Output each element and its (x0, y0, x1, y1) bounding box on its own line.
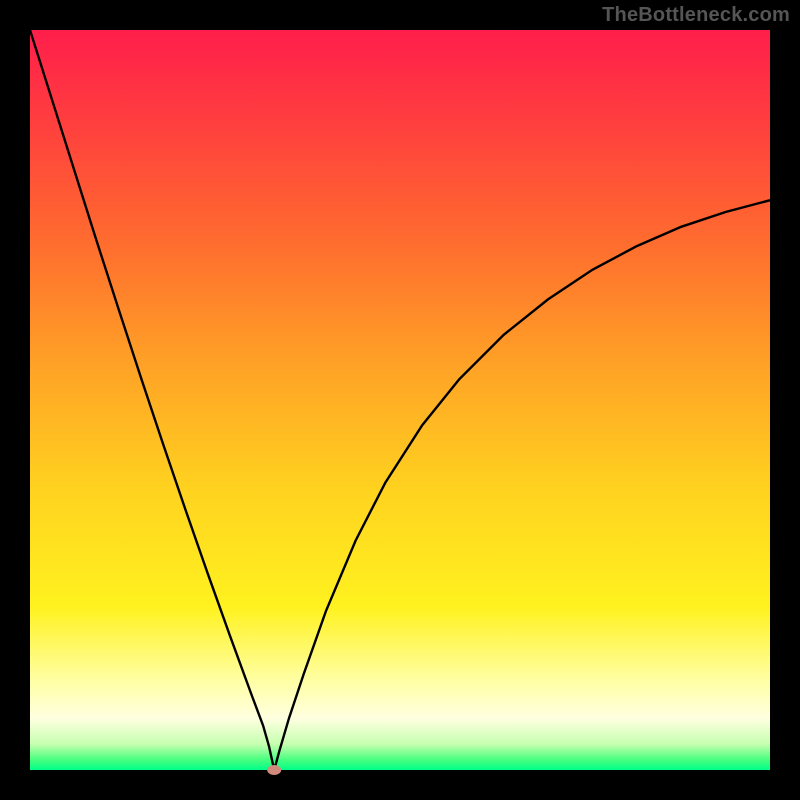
watermark-text: TheBottleneck.com (602, 4, 790, 27)
plot-background (30, 30, 770, 770)
bottleneck-marker (267, 765, 281, 775)
chart-frame: TheBottleneck.com (0, 0, 800, 800)
bottleneck-chart (0, 0, 800, 800)
